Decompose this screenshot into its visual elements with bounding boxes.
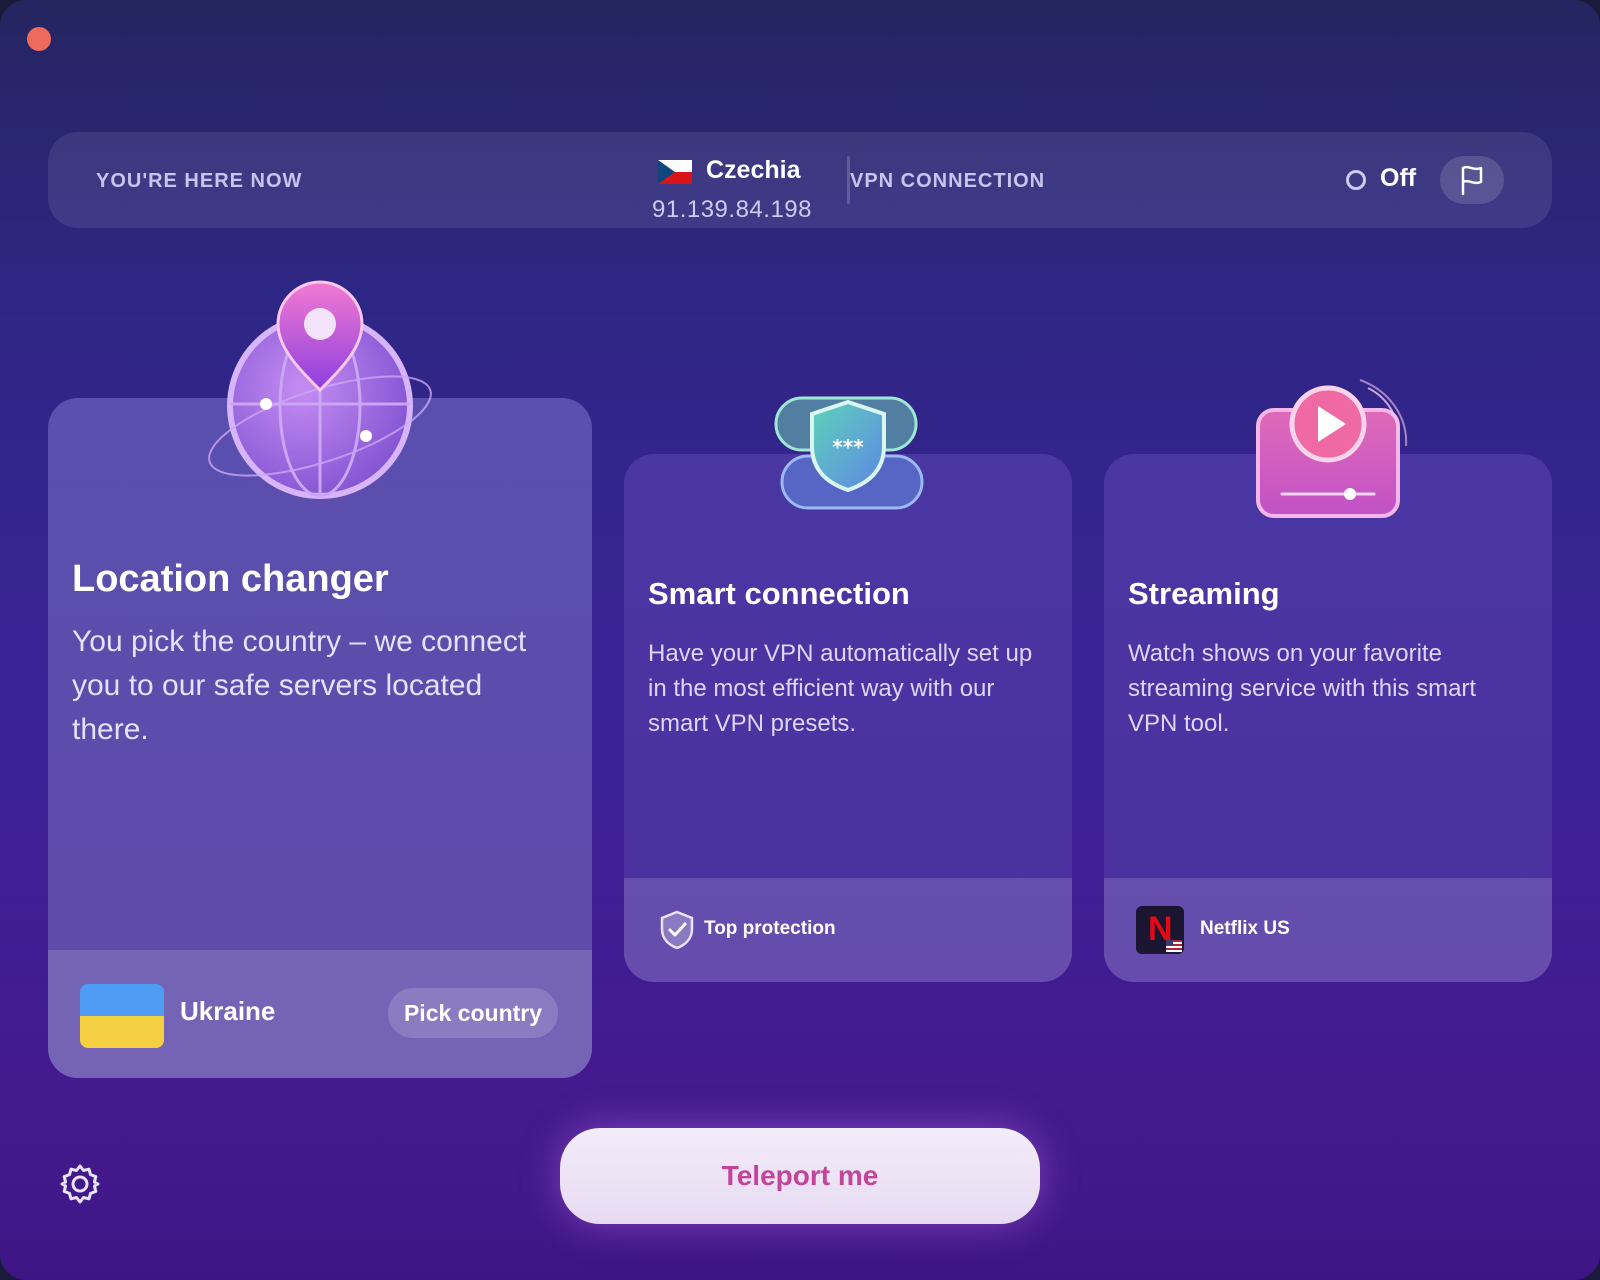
pick-country-button[interactable]: Pick country <box>388 988 558 1038</box>
czechia-flag-icon <box>658 160 692 184</box>
card-footer: Ukraine Pick country <box>48 950 592 1078</box>
gear-icon <box>60 1164 100 1204</box>
ip-address: 91.139.84.198 <box>652 196 812 223</box>
vpn-connection-label: VPN CONNECTION <box>850 170 1046 192</box>
netflix-icon: N <box>1136 906 1184 954</box>
card-title: Smart connection <box>648 576 910 611</box>
teleport-button[interactable]: Teleport me <box>560 1128 1040 1224</box>
close-window-button[interactable] <box>27 27 51 51</box>
current-location: Czechia 91.139.84.198 <box>606 146 811 223</box>
connection-status-icon <box>1346 170 1366 190</box>
card-title: Location changer <box>72 558 389 600</box>
shield-password-icon: *** <box>768 374 928 534</box>
current-country: Czechia <box>706 156 801 184</box>
status-bar: YOU'RE HERE NOW Czechia 91.139.84.198 VP… <box>48 132 1552 228</box>
card-footer: Top protection <box>624 878 1072 982</box>
globe-pin-icon <box>200 278 440 518</box>
svg-text:***: *** <box>832 435 864 459</box>
card-description: Watch shows on your favorite streaming s… <box>1128 640 1477 737</box>
flag-icon <box>1461 165 1483 196</box>
card-description: You pick the country – we connect you to… <box>72 625 527 746</box>
play-screen-icon <box>1248 374 1408 534</box>
ukraine-flag-icon <box>80 984 164 1048</box>
card-footer: N Netflix US <box>1104 878 1552 982</box>
app-window: YOU'RE HERE NOW Czechia 91.139.84.198 VP… <box>0 0 1600 1280</box>
top-protection-label: Top protection <box>704 918 836 939</box>
us-flag-icon <box>1166 940 1182 952</box>
shield-check-icon <box>656 908 698 952</box>
flag-button[interactable] <box>1440 156 1504 204</box>
settings-button[interactable] <box>56 1160 104 1208</box>
selected-country: Ukraine <box>180 996 276 1026</box>
vpn-status: Off <box>1380 164 1417 192</box>
card-description: Have your VPN automatically set up in th… <box>648 640 1033 737</box>
netflix-us-label: Netflix US <box>1200 918 1290 939</box>
card-title: Streaming <box>1128 576 1280 611</box>
current-location-label: YOU'RE HERE NOW <box>96 170 303 192</box>
